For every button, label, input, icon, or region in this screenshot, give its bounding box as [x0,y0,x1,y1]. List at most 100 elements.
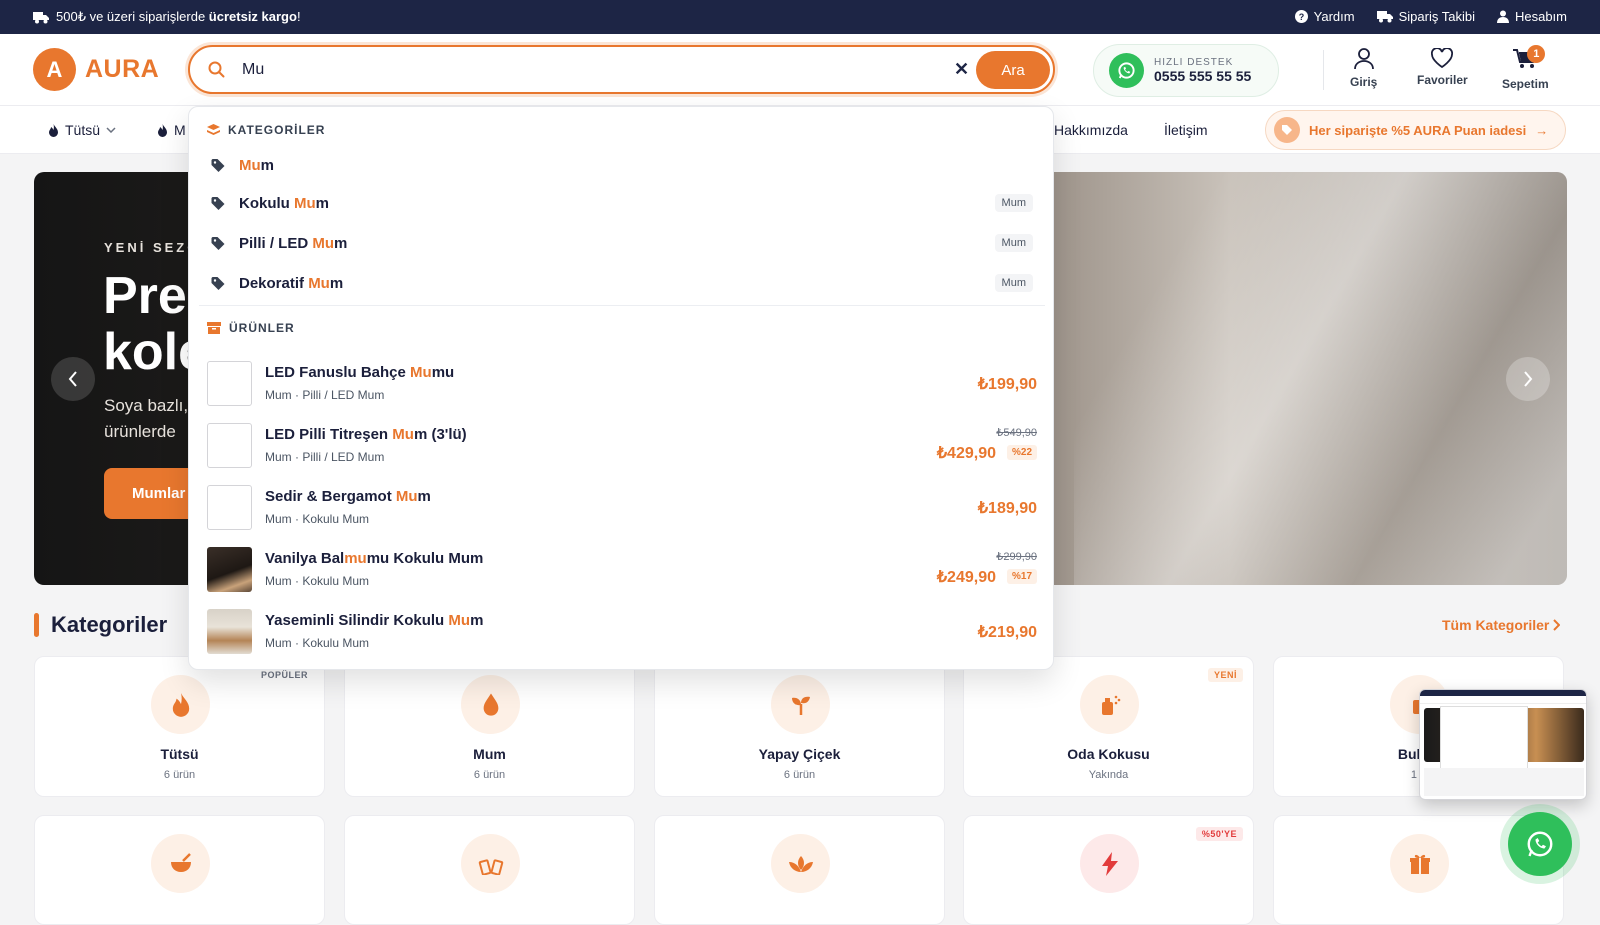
suggestion-category-kokulu-mum[interactable]: Kokulu Mum Mum [197,184,1047,222]
header-divider [1323,50,1324,90]
category-card-oda-kokusu[interactable]: YENİ Oda Kokusu Yakında [963,656,1254,797]
slider-prev-button[interactable] [51,357,95,401]
parent-category-pill: Mum [994,274,1033,292]
category-card-yapay-cicek[interactable]: Yapay Çiçek 6 ürün [654,656,945,797]
whatsapp-floating-button[interactable] [1508,812,1572,876]
flame-icon [151,675,210,734]
gift-icon [1390,834,1449,893]
truck-icon [1376,11,1393,23]
discount-badge: %22 [1006,445,1037,460]
discount-badge: %17 [1006,569,1037,584]
category-card-9[interactable]: %50'YE [963,815,1254,925]
chevron-left-icon [68,371,77,387]
search-icon [208,61,225,78]
top-announcement-bar: 500₺ ve üzeri siparişlerde ücretsiz karg… [0,0,1600,34]
login-button[interactable]: Giriş [1350,48,1377,89]
nav-item-label: M [174,122,186,138]
whatsapp-icon [1109,53,1144,88]
nav-item-label: Hakkımızda [1054,122,1128,138]
nav-item-tutsu[interactable]: Tütsü [48,122,116,138]
suggestion-product[interactable]: Sedir & Bergamot Mum Mum · Kokulu Mum ₺1… [189,478,1053,540]
category-card-mum[interactable]: Mum 6 ürün [344,656,635,797]
logo-text: AURA [85,55,160,83]
all-categories-link[interactable]: Tüm Kategoriler [1442,617,1561,633]
suggestion-category-dekoratif-mum[interactable]: Dekoratif Mum Mum [197,264,1047,302]
product-old-price: ₺549,90 [996,427,1037,439]
category-card-6[interactable] [34,815,325,925]
lotus-icon [771,834,830,893]
product-name: Sedir & Bergamot Mum [265,488,431,505]
mortar-icon [151,834,210,893]
search-suggestions-dropdown: KATEGORİLER Mum Kokulu Mum Mum Pilli / L… [188,106,1054,670]
nav-item-label: İletişim [1164,122,1208,138]
suggestion-product[interactable]: Yaseminli Silindir Kokulu Mum Mum · Koku… [189,602,1053,664]
favorites-label: Favoriler [1417,73,1468,87]
account-link[interactable]: Hesabım [1496,9,1567,24]
search-input[interactable] [242,57,942,83]
points-promo-text: Her siparişte %5 AURA Puan iadesi [1309,122,1527,138]
help-link[interactable]: ? Yardım [1294,9,1355,24]
product-price: ₺199,90 [977,376,1037,393]
product-meta: Mum · Kokulu Mum [265,636,370,650]
chevron-down-icon [106,127,116,133]
product-name: LED Pilli Titreşen Mum (3'lü) [265,426,467,443]
category-card-7[interactable] [344,815,635,925]
quick-support[interactable]: HIZLI DESTEK 0555 555 55 55 [1093,44,1279,97]
cart-count-badge: 1 [1527,45,1546,63]
parent-category-pill: Mum [994,234,1033,252]
shipping-promo: 500₺ ve üzeri siparişlerde ücretsiz karg… [33,9,301,25]
category-name: Mum [473,746,506,762]
box-icon [207,322,221,334]
candles-icon [461,834,520,893]
points-promo[interactable]: Her siparişte %5 AURA Puan iadesi → [1265,110,1566,150]
category-card-tutsu[interactable]: POPÜLER Tütsü 6 ürün [34,656,325,797]
category-card-8[interactable] [654,815,945,925]
search-button[interactable]: Ara [976,51,1050,89]
nav-item-about[interactable]: Hakkımızda [1054,122,1128,138]
account-label: Hesabım [1514,9,1567,24]
flame-icon [158,123,167,137]
suggestion-product[interactable]: Vanilya Balmumu Kokulu Mum Mum · Kokulu … [189,540,1053,602]
category-name: Tütsü [160,746,199,762]
suggestion-product[interactable]: LED Fanuslu Bahçe Mumu Mum · Pilli / LED… [189,354,1053,416]
flame-icon [49,123,58,137]
suggestion-category-mum[interactable]: Mum [197,146,1047,184]
screen-preview-thumbnail[interactable] [1419,689,1587,800]
product-thumbnail [207,423,252,468]
product-thumbnail [207,485,252,530]
user-icon [1496,10,1509,23]
new-badge: YENİ [1207,668,1243,682]
product-price: ₺249,90 [936,569,996,586]
categories-section-header: KATEGORİLER [207,123,325,137]
nav-item-contact[interactable]: İletişim [1164,122,1208,138]
whatsapp-icon [1527,831,1553,857]
sprout-icon [771,675,830,734]
lightning-icon [1080,834,1139,893]
cart-button[interactable]: 1 Sepetim [1502,45,1549,91]
suggestion-product[interactable]: LED Pilli Titreşen Mum (3'lü) Mum · Pill… [189,416,1053,478]
category-count: 6 ürün [473,769,506,781]
arrow-right-icon: → [1535,122,1549,138]
shipping-promo-text: 500₺ ve üzeri siparişlerde ücretsiz karg… [56,9,301,24]
categories-heading: Kategoriler [34,612,167,638]
tag-icon [211,236,225,250]
order-tracking-link[interactable]: Sipariş Takibi [1376,9,1475,24]
order-tracking-label: Sipariş Takibi [1398,9,1475,24]
product-price: ₺219,90 [977,624,1037,641]
discount-badge: %50'YE [1195,827,1243,841]
suggestion-product[interactable] [189,664,1053,669]
logo[interactable]: A AURA [33,48,159,91]
parent-category-pill: Mum [994,194,1033,212]
chevron-right-icon [1553,619,1561,631]
search-bar: ✕ Ara [188,45,1055,94]
slider-next-button[interactable] [1506,357,1550,401]
popular-badge: POPÜLER [260,670,308,680]
nav-item-mum[interactable]: M [157,122,186,138]
clear-search-icon[interactable]: ✕ [954,59,969,80]
suggestion-label: Pilli / LED Mum [239,234,348,252]
section-divider [199,305,1045,306]
suggestion-category-pilli-led-mum[interactable]: Pilli / LED Mum Mum [197,224,1047,262]
product-thumbnail [207,547,252,592]
heart-icon [1431,48,1454,68]
favorites-button[interactable]: Favoriler [1417,48,1468,87]
